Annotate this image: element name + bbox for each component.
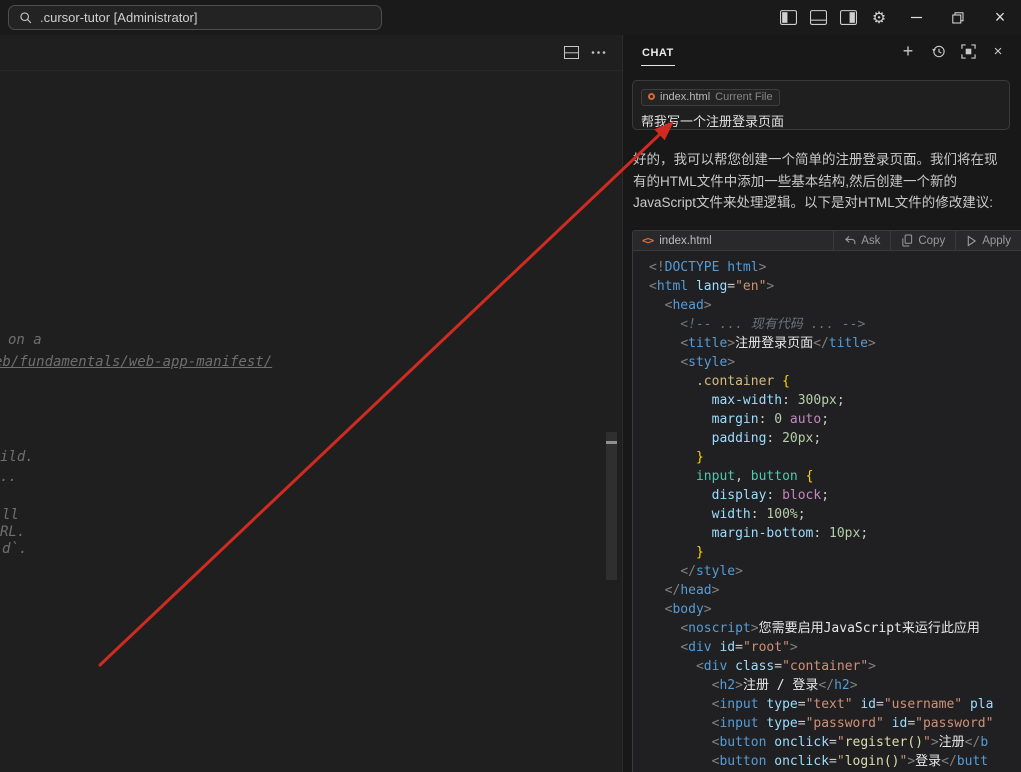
layout-panel-icon[interactable]: [803, 0, 833, 35]
chat-panel-actions: + ×: [897, 41, 1009, 63]
main-area: on a eb/fundamentals/web-app-manifest/ i…: [0, 35, 1021, 772]
tab-chat[interactable]: CHAT: [641, 38, 675, 66]
search-box-text: .cursor-tutor [Administrator]: [40, 10, 198, 25]
code-block-header: <> index.html Ask Copy: [633, 231, 1021, 251]
editor-ghost-link[interactable]: eb/fundamentals/web-app-manifest/: [0, 354, 272, 370]
close-panel-icon[interactable]: ×: [987, 41, 1009, 63]
copy-button[interactable]: Copy: [890, 231, 955, 250]
layout-sidebar-right-icon[interactable]: [833, 0, 863, 35]
layout-sidebar-left-icon[interactable]: [773, 0, 803, 35]
chat-message-card[interactable]: index.html Current File 帮我写一个注册登录页面: [632, 80, 1010, 130]
copy-button-label: Copy: [918, 235, 945, 247]
code-block-file: <> index.html: [633, 231, 833, 250]
context-file-name: index.html: [660, 91, 710, 103]
code-block: <> index.html Ask Copy: [632, 230, 1021, 772]
editor-ghost-line: ll: [2, 507, 19, 523]
split-editor-icon[interactable]: [564, 46, 579, 59]
scrollbar-marker: [606, 441, 617, 444]
context-file-status: Current File: [715, 91, 772, 103]
command-search-box[interactable]: .cursor-tutor [Administrator]: [8, 5, 382, 30]
user-message-text: 帮我写一个注册登录页面: [641, 111, 1001, 130]
minimize-button[interactable]: [895, 0, 937, 35]
editor-header: [0, 35, 622, 71]
context-file-badge[interactable]: index.html Current File: [641, 89, 780, 106]
search-icon: [19, 11, 33, 25]
window-controls: ⚙ ×: [773, 0, 1021, 35]
history-icon[interactable]: [927, 41, 949, 63]
restore-button[interactable]: [937, 0, 979, 35]
apply-button[interactable]: Apply: [955, 231, 1021, 250]
expand-icon[interactable]: [957, 41, 979, 63]
settings-gear-icon[interactable]: ⚙: [863, 0, 895, 35]
more-actions-icon[interactable]: [591, 50, 606, 55]
ask-button-label: Ask: [861, 235, 880, 247]
apply-button-label: Apply: [982, 235, 1011, 247]
close-window-button[interactable]: ×: [979, 0, 1021, 35]
code-block-filename: index.html: [659, 235, 711, 247]
code-content: <!DOCTYPE html><html lang="en"> <head> <…: [633, 251, 1021, 772]
ask-button[interactable]: Ask: [833, 231, 890, 250]
editor-ghost-line: ild.: [0, 449, 34, 465]
editor-ghost-line: ..: [0, 469, 17, 485]
editor-scrollbar[interactable]: [606, 432, 617, 580]
code-tag-icon: <>: [642, 234, 653, 247]
chat-panel: CHAT + ×: [622, 35, 1021, 772]
editor-ghost-line: RL.: [0, 524, 25, 540]
assistant-response-text: 好的，我可以帮您创建一个简单的注册登录页面。我们将在现有的HTML文件中添加一些…: [633, 149, 1002, 214]
html-file-icon: [648, 93, 655, 100]
title-bar: .cursor-tutor [Administrator] ⚙: [0, 0, 1021, 35]
editor-ghost-line: on a: [8, 332, 42, 348]
chat-panel-header: CHAT + ×: [623, 35, 1021, 68]
new-chat-icon[interactable]: +: [897, 41, 919, 63]
editor-ghost-line: d`.: [2, 541, 27, 557]
editor-group: on a eb/fundamentals/web-app-manifest/ i…: [0, 35, 622, 772]
